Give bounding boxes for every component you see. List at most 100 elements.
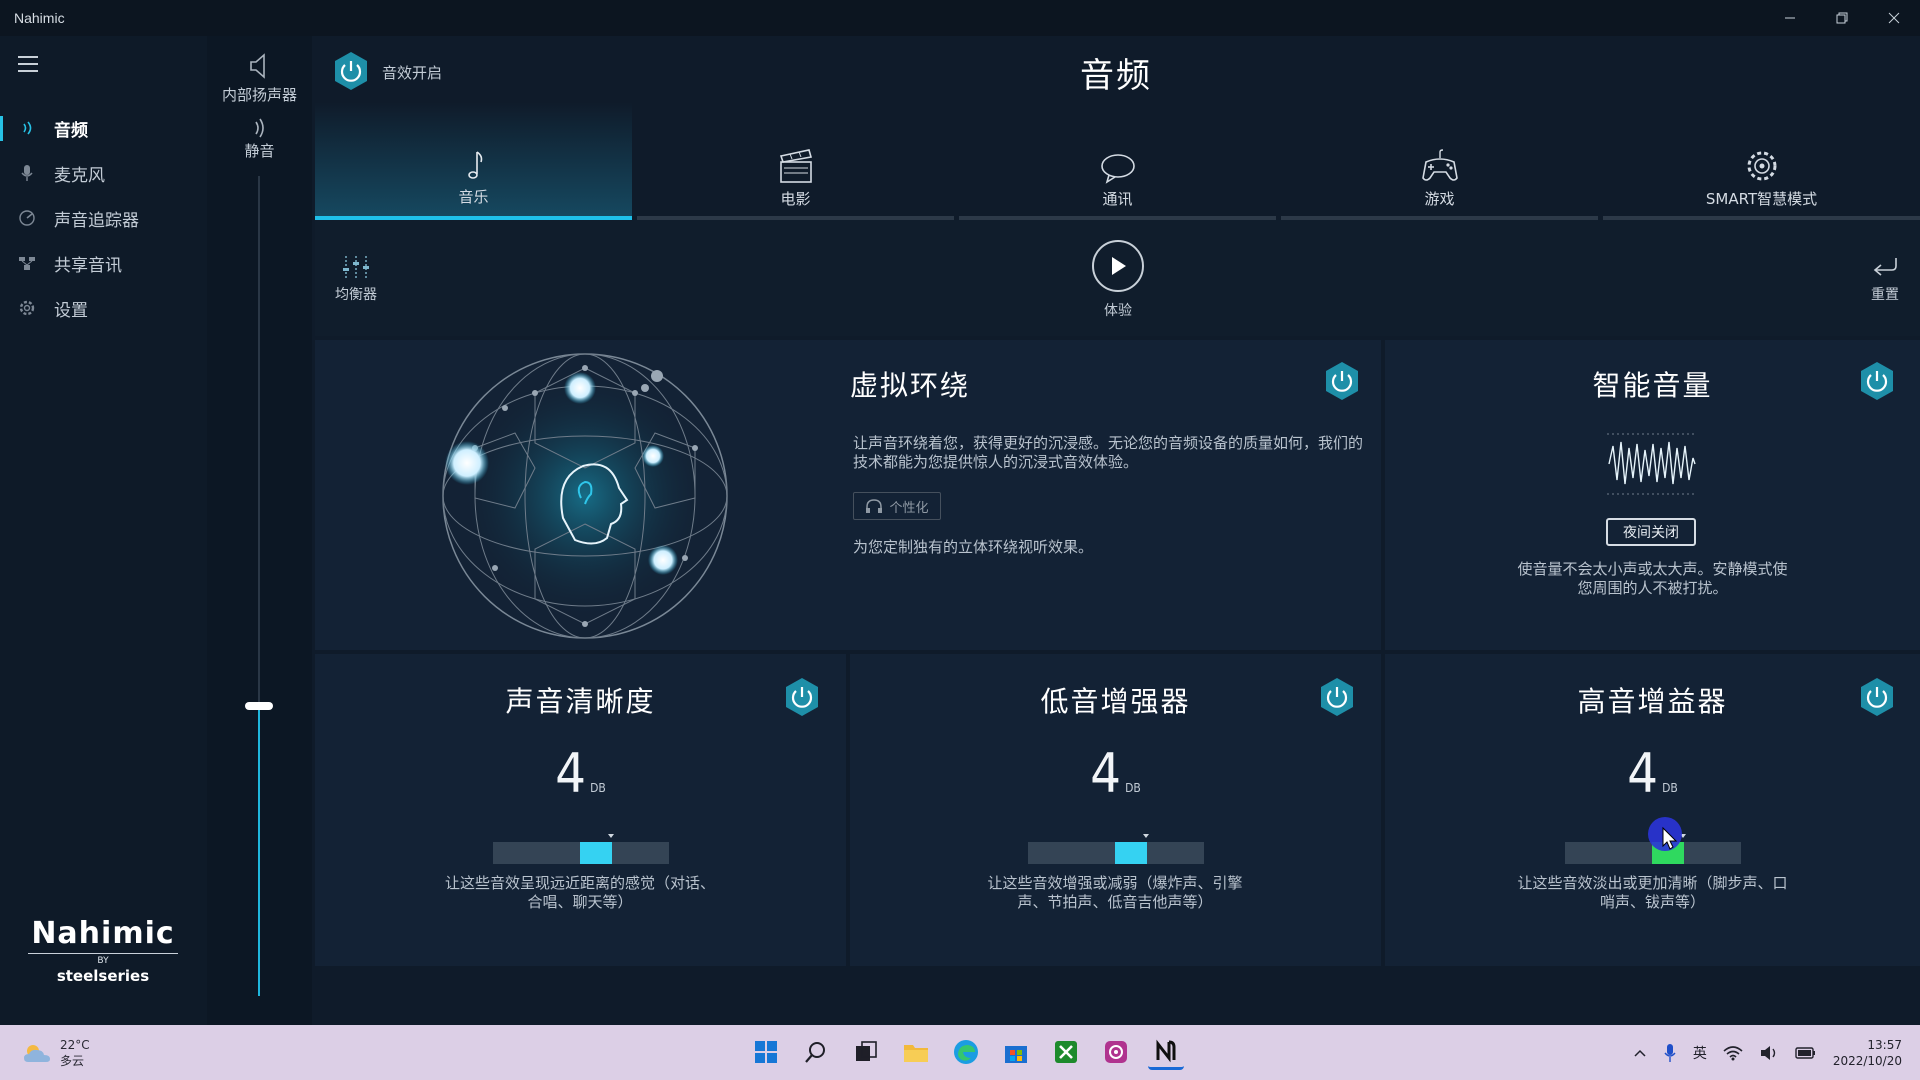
bass-boost-slider-fill[interactable]: [1115, 842, 1147, 864]
bass-boost-title: 低音增强器: [1040, 685, 1191, 718]
treble-boost-value: 4 DB: [1627, 742, 1678, 805]
microsoft-store-button[interactable]: [998, 1034, 1034, 1070]
sidebar-item-sound-tracker[interactable]: 声音追踪器: [0, 196, 207, 241]
voice-clarity-power-icon[interactable]: [781, 676, 823, 718]
virtual-surround-title: 虚拟环绕: [850, 369, 971, 402]
nav-list: 音频 麦克风 声音追踪器 共享音讯 设置: [0, 106, 207, 331]
sidebar: 音频 麦克风 声音追踪器 共享音讯 设置 Nahimic BY steelser…: [0, 36, 207, 1025]
clock[interactable]: 13:57 2022/10/20: [1833, 1037, 1902, 1069]
taskbar-apps: [748, 1034, 1184, 1070]
mouse-cursor-icon: [1648, 817, 1682, 851]
weather-widget[interactable]: 22°C 多云: [22, 1037, 90, 1069]
reset-button[interactable]: 重置: [1870, 256, 1900, 304]
nahimic-taskbar-button[interactable]: [1148, 1034, 1184, 1070]
file-explorer-button[interactable]: [898, 1034, 934, 1070]
voice-clarity-panel: 声音清晰度 4 DB 让这些音效呈现远近距离的感觉（对话、合唱、聊天等）: [315, 654, 846, 966]
tab-smart-mode[interactable]: SMART智慧模式: [1603, 102, 1920, 220]
media-app-button[interactable]: [1098, 1034, 1134, 1070]
restore-icon: [1836, 12, 1848, 24]
play-experience-button[interactable]: 体验: [1092, 240, 1144, 320]
restore-button[interactable]: [1816, 0, 1868, 36]
edge-browser-button[interactable]: [948, 1034, 984, 1070]
input-method-indicator[interactable]: 英: [1693, 1043, 1707, 1063]
weather-description: 多云: [60, 1054, 85, 1068]
start-button[interactable]: [748, 1034, 784, 1070]
gear-icon: [18, 299, 36, 317]
personalize-label: 个性化: [889, 500, 929, 516]
tab-music[interactable]: 音乐: [315, 102, 632, 220]
sound-wave-icon: [207, 116, 312, 140]
chat-bubble-icon: [959, 142, 1276, 184]
mute-button[interactable]: 静音: [207, 116, 312, 161]
toolbar: 均衡器 体验 重置: [315, 220, 1920, 336]
title-bar: Nahimic: [0, 0, 1920, 36]
speaker-volume-icon[interactable]: [1759, 1045, 1779, 1061]
equalizer-label: 均衡器: [335, 287, 377, 303]
play-icon: [1092, 240, 1144, 292]
hamburger-menu-icon[interactable]: [18, 56, 38, 72]
tab-label: 通讯: [1102, 190, 1133, 208]
smart-gear-icon: [1603, 142, 1920, 184]
sound-tracker-icon: [18, 209, 36, 227]
sidebar-item-label: 共享音讯: [54, 256, 122, 276]
tab-game[interactable]: 游戏: [1281, 102, 1598, 220]
voice-clarity-slider-fill[interactable]: [580, 842, 612, 864]
headphones-icon: [866, 499, 883, 513]
virtual-surround-description: 让声音环绕着您，获得更好的沉浸感。无论您的音频设备的质量如何，我们的技术都能为您…: [853, 434, 1364, 471]
minimize-button[interactable]: [1764, 0, 1816, 36]
weather-temperature: 22°C: [60, 1038, 90, 1052]
task-view-button[interactable]: [848, 1034, 884, 1070]
share-audio-icon: [18, 254, 36, 272]
tab-label: 电影: [780, 190, 811, 208]
tab-label: SMART智慧模式: [1705, 190, 1818, 208]
battery-icon[interactable]: [1795, 1045, 1817, 1061]
audio-wave-icon: [18, 119, 36, 137]
sidebar-item-microphone[interactable]: 麦克风: [0, 151, 207, 196]
sidebar-item-label: 声音追踪器: [54, 211, 139, 231]
smart-volume-title: 智能音量: [1592, 369, 1713, 402]
edge-browser-icon: [954, 1040, 978, 1064]
tab-label: 游戏: [1424, 190, 1455, 208]
taskbar: 22°C 多云 英 13:57 2022/10/20: [0, 1025, 1920, 1080]
microphone-tray-icon[interactable]: [1663, 1043, 1677, 1063]
media-app-icon: [1105, 1041, 1127, 1063]
windows-logo-icon: [755, 1041, 777, 1063]
speaker-device[interactable]: 内部扬声器: [207, 50, 312, 105]
equalizer-icon: [343, 256, 369, 278]
smart-volume-power-icon[interactable]: [1856, 360, 1898, 402]
store-icon: [1005, 1046, 1027, 1063]
tab-communication[interactable]: 通讯: [959, 102, 1276, 220]
virtual-surround-power-icon[interactable]: [1321, 360, 1363, 402]
bass-boost-power-icon[interactable]: [1316, 676, 1358, 718]
smart-volume-description: 使音量不会太小声或太大声。安静模式使您周围的人不被打扰。: [1517, 560, 1788, 597]
wifi-icon[interactable]: [1723, 1045, 1743, 1061]
volume-fill: [258, 706, 260, 996]
bass-boost-slider[interactable]: [1028, 834, 1204, 864]
sidebar-item-share-audio[interactable]: 共享音讯: [0, 241, 207, 286]
page-title: 音频: [1080, 56, 1152, 96]
night-mode-off-button[interactable]: 夜间关闭: [1606, 518, 1696, 546]
search-icon: [805, 1042, 825, 1063]
close-button[interactable]: [1868, 0, 1920, 36]
nahimic-logo: Nahimic: [31, 916, 175, 951]
main-content: 音效开启 音频 音乐 电影 通讯 游戏 SMART智慧模式 均衡器 体验 重置 …: [312, 36, 1920, 1025]
equalizer-button[interactable]: 均衡器: [335, 254, 377, 304]
chevron-up-icon[interactable]: [1633, 1048, 1647, 1058]
sidebar-item-label: 设置: [54, 301, 88, 321]
xbox-button[interactable]: [1048, 1034, 1084, 1070]
treble-boost-power-icon[interactable]: [1856, 676, 1898, 718]
sidebar-item-audio[interactable]: 音频: [0, 106, 207, 151]
volume-slider-thumb[interactable]: [245, 702, 273, 710]
reset-arrow-icon: [1873, 258, 1897, 276]
minimize-icon: [1785, 17, 1795, 19]
search-button[interactable]: [798, 1034, 834, 1070]
voice-clarity-slider[interactable]: [493, 834, 669, 864]
tab-movie[interactable]: 电影: [637, 102, 954, 220]
waveform-icon: [1607, 433, 1697, 495]
bass-boost-value: 4 DB: [1090, 742, 1141, 805]
speaker-icon: [207, 50, 312, 84]
sidebar-item-settings[interactable]: 设置: [0, 286, 207, 331]
gamepad-icon: [1281, 142, 1598, 184]
smart-volume-panel: 智能音量 夜间关闭 使音量不会太小声或太大声。安静模式使您周围的人不被打扰。: [1385, 340, 1920, 650]
personalize-button[interactable]: 个性化: [853, 492, 941, 520]
